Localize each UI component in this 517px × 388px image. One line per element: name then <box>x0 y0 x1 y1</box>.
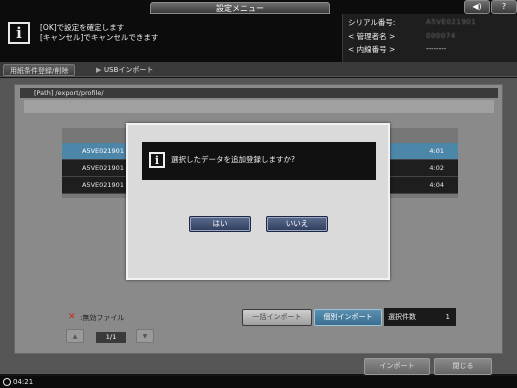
clock-time: 04:21 <box>13 378 34 386</box>
extension-label: < 内線番号 > <box>348 45 396 54</box>
invalid-file-icon: ✕ <box>68 312 76 322</box>
info-icon: i <box>8 22 30 44</box>
footer: 04:21 <box>0 376 517 388</box>
dialog-message: 選択したデータを追加登録しますか? <box>171 155 295 164</box>
clock-icon <box>3 378 11 386</box>
help-button[interactable]: ? <box>491 0 517 14</box>
path-bar: [Path] /export/profile/ <box>20 88 498 98</box>
extension-value: -------- <box>426 45 447 53</box>
serial-value: A5VE021901 <box>426 18 477 26</box>
serial-label: シリアル番号: <box>348 18 396 27</box>
list-header-strip <box>24 100 494 113</box>
breadcrumb-item-usb-import: USBインポート <box>104 66 154 74</box>
yes-button[interactable]: はい <box>189 216 251 232</box>
manager-value: 000074 <box>426 32 456 40</box>
volume-button[interactable]: ◀) <box>464 0 490 14</box>
import-button[interactable]: インポート <box>364 358 430 375</box>
file-time: 4:02 <box>429 164 444 172</box>
individual-import-button[interactable]: 個別インポート <box>314 309 382 326</box>
selection-count-value: 1 <box>445 313 450 321</box>
page-indicator: 1/1 <box>96 332 126 343</box>
breadcrumb <box>0 62 517 77</box>
file-name: A5VE021901 <box>82 181 124 189</box>
file-name: A5VE021901 <box>82 147 124 155</box>
file-name: A5VE021901 <box>82 164 124 172</box>
page-up-button[interactable]: ▲ <box>66 329 84 343</box>
page-down-button[interactable]: ▼ <box>136 329 154 343</box>
no-button[interactable]: いいえ <box>266 216 328 232</box>
file-time: 4:01 <box>429 147 444 155</box>
close-button[interactable]: 閉じる <box>434 358 492 375</box>
selection-count: 選択件数 1 <box>384 308 456 326</box>
breadcrumb-arrow-icon: ▶ <box>96 66 102 74</box>
message-line-2: [キャンセル]でキャンセルできます <box>40 33 159 42</box>
breadcrumb-item-paper-settings[interactable]: 用紙条件登録/削除 <box>3 64 76 76</box>
menu-title-tab: 設定メニュー <box>150 2 330 14</box>
file-time: 4:04 <box>429 181 444 189</box>
bulk-import-button[interactable]: 一括インポート <box>242 309 312 326</box>
invalid-file-label: :無効ファイル <box>80 314 125 322</box>
info-icon: i <box>149 152 165 168</box>
selection-count-label: 選択件数 <box>388 313 416 321</box>
manager-label: < 管理者名 > <box>348 32 396 41</box>
